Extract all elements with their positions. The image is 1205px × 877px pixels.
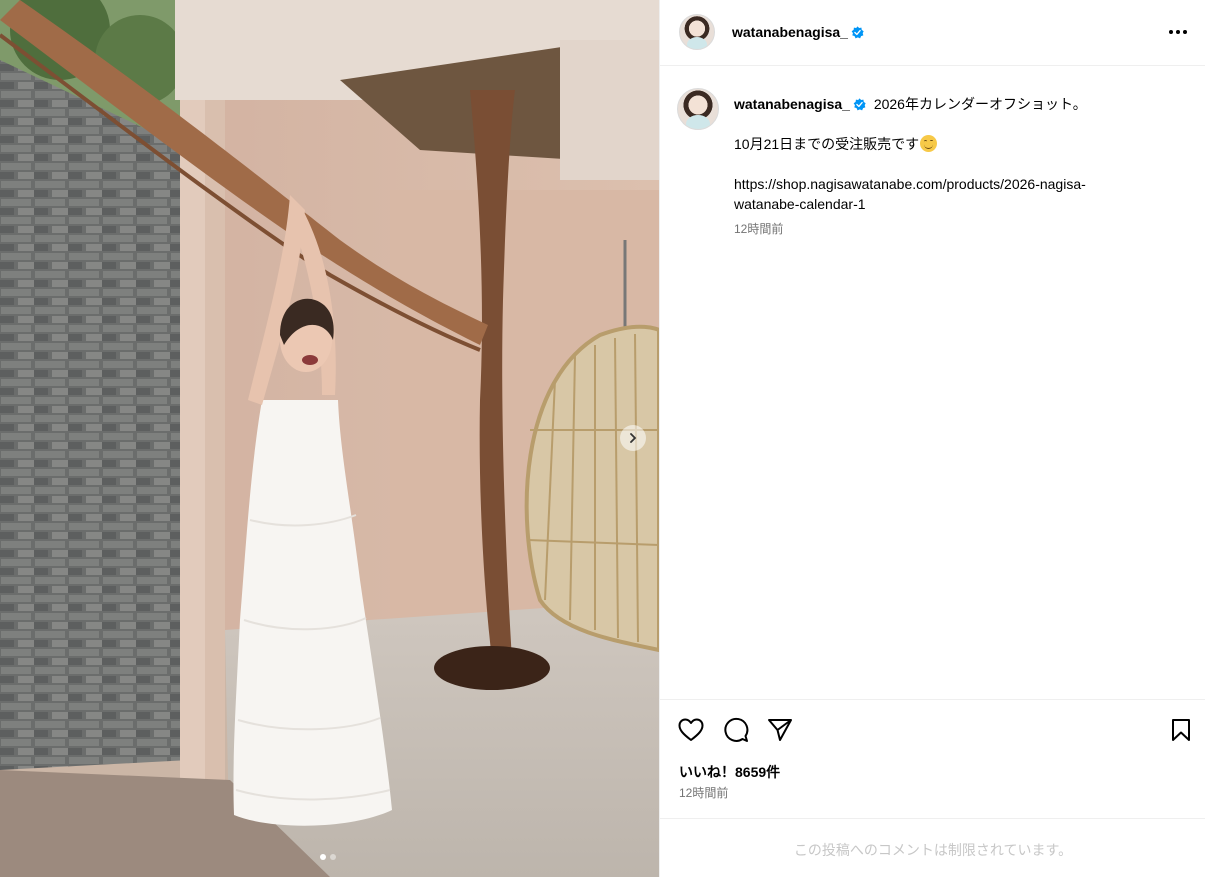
- post-details-panel: watanabenagisa_ watanabenagisa_ 2026年カレン…: [659, 0, 1205, 877]
- verified-badge-icon: [851, 26, 864, 39]
- more-options-icon[interactable]: [1168, 22, 1188, 42]
- bookmark-icon: [1172, 719, 1190, 741]
- caption-link[interactable]: https://shop.nagisawatanabe.com/products…: [734, 174, 1174, 214]
- carousel-dot: [320, 854, 326, 860]
- post-photo[interactable]: [0, 0, 659, 877]
- action-bar: いいね！8659件 12時間前: [660, 699, 1205, 818]
- save-button[interactable]: [1167, 716, 1195, 744]
- likes-count[interactable]: いいね！8659件: [679, 762, 780, 782]
- heart-icon: [678, 718, 704, 741]
- carousel-indicator: [320, 854, 336, 860]
- share-icon: [768, 719, 792, 741]
- verified-badge-icon: [853, 98, 866, 111]
- post-timestamp[interactable]: 12時間前: [679, 784, 728, 801]
- caption-text-line: 2026年カレンダーオフショット。: [873, 96, 1087, 112]
- share-button[interactable]: [766, 716, 794, 744]
- caption-body: watanabenagisa_ 2026年カレンダーオフショット。 10月21日…: [734, 94, 1174, 239]
- username-link[interactable]: watanabenagisa_: [732, 24, 864, 40]
- smiling-face-emoji-icon: [920, 135, 938, 152]
- photo-image: [0, 0, 659, 877]
- caption-timestamp: 12時間前: [734, 222, 784, 236]
- caption-username-link[interactable]: watanabenagisa_: [734, 96, 866, 112]
- carousel-dot: [330, 854, 336, 860]
- post-header: watanabenagisa_: [660, 0, 1205, 66]
- next-photo-button[interactable]: [620, 425, 646, 451]
- avatar[interactable]: [679, 14, 715, 50]
- caption-text-line: 10月21日までの受注販売です: [734, 136, 920, 152]
- comment-icon: [724, 717, 749, 742]
- comments-restricted-notice: この投稿へのコメントは制限されています。: [660, 818, 1205, 877]
- like-button[interactable]: [677, 716, 705, 744]
- avatar[interactable]: [677, 88, 719, 130]
- comment-button[interactable]: [722, 716, 750, 744]
- chevron-right-icon: [630, 433, 637, 443]
